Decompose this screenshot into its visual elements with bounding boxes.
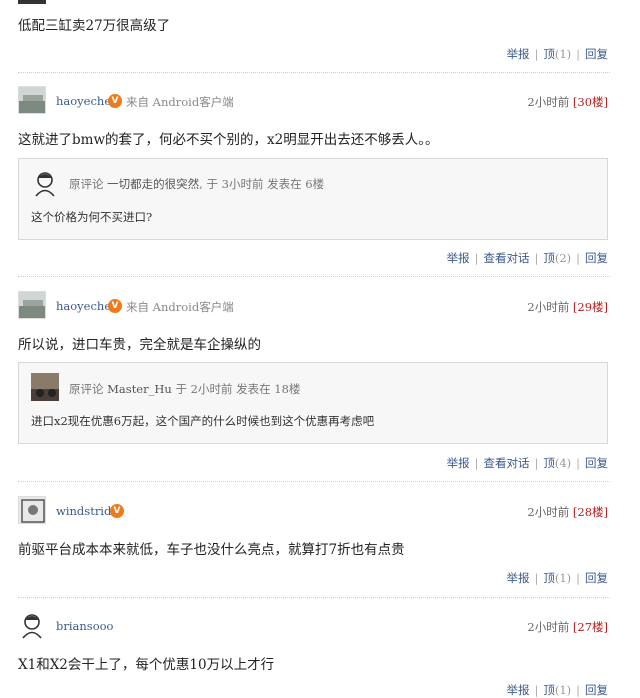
top-edge-bar bbox=[18, 0, 46, 4]
comment-text: 所以说，进口车贵，完全就是车企操纵的 bbox=[18, 337, 261, 353]
quote-meta: 原评论 Master_Hu 于 2小时前 发表在 18楼 bbox=[69, 382, 301, 396]
post-source: 来自 Android客户端 bbox=[126, 300, 234, 314]
reply-link[interactable]: 回复 bbox=[585, 683, 608, 697]
report-link[interactable]: 举报 bbox=[506, 571, 529, 585]
quote-text: 进口x2现在优惠6万起，这个国产的什么时候也到这个优惠再考虑吧 bbox=[31, 414, 375, 428]
comment-text: 低配三缸卖27万很高级了 bbox=[18, 18, 171, 34]
avatar[interactable] bbox=[18, 291, 46, 319]
post-time: 2小时前 [29楼] bbox=[527, 300, 608, 314]
post-time: 2小时前 [30楼] bbox=[527, 95, 608, 109]
avatar[interactable] bbox=[18, 496, 46, 524]
comment-actions: 举报 | 顶(1) | 回复 bbox=[506, 571, 608, 585]
comment-actions: 举报 | 查看对话 | 顶(4) | 回复 bbox=[446, 456, 608, 470]
quoted-comment: 原评论 一切都走的很突然, 于 3小时前 发表在 6楼 这个价格为何不买进口? bbox=[18, 158, 608, 240]
comment-text: 这就进了bmw的套了，何必不买个别的，x2明显开出去还不够丢人。。 bbox=[18, 132, 439, 148]
comment-text: 前驱平台成本本来就低，车子也没什么亮点，就算打7折也有点贵 bbox=[18, 542, 405, 558]
upvote-link[interactable]: 顶(1) bbox=[543, 683, 571, 697]
quote-text: 这个价格为何不买进口? bbox=[31, 210, 153, 224]
floor-number: [27楼] bbox=[572, 620, 608, 634]
comment-divider bbox=[18, 481, 610, 482]
comment-divider bbox=[18, 72, 610, 73]
comment-text: X1和X2会干上了，每个优惠10万以上才行 bbox=[18, 657, 275, 673]
post-source: 来自 Android客户端 bbox=[126, 95, 234, 109]
quote-avatar bbox=[31, 373, 59, 401]
verified-icon: V bbox=[110, 504, 124, 518]
avatar[interactable] bbox=[18, 86, 46, 114]
post-time: 2小时前 [27楼] bbox=[527, 620, 608, 634]
quote-avatar bbox=[31, 169, 59, 197]
verified-icon: V bbox=[108, 94, 122, 108]
floor-number: [30楼] bbox=[572, 95, 608, 109]
report-link[interactable]: 举报 bbox=[506, 683, 529, 697]
comment-actions: 举报 | 顶(1) | 回复 bbox=[506, 683, 608, 697]
reply-link[interactable]: 回复 bbox=[585, 251, 608, 265]
report-link[interactable]: 举报 bbox=[506, 47, 529, 61]
comment-actions: 举报 | 顶(1) | 回复 bbox=[506, 47, 608, 61]
post-time: 2小时前 [28楼] bbox=[527, 505, 608, 519]
comment-divider bbox=[18, 276, 610, 277]
verified-icon: V bbox=[108, 299, 122, 313]
report-link[interactable]: 举报 bbox=[447, 251, 470, 265]
quoted-comment: 原评论 Master_Hu 于 2小时前 发表在 18楼 进口x2现在优惠6万起… bbox=[18, 362, 608, 444]
reply-link[interactable]: 回复 bbox=[585, 47, 608, 61]
upvote-link[interactable]: 顶(1) bbox=[543, 47, 571, 61]
upvote-link[interactable]: 顶(2) bbox=[543, 251, 571, 265]
quote-username[interactable]: 一切都走的很突然 bbox=[107, 177, 199, 191]
floor-number: [28楼] bbox=[572, 505, 608, 519]
avatar[interactable] bbox=[18, 611, 46, 639]
quote-meta: 原评论 一切都走的很突然, 于 3小时前 发表在 6楼 bbox=[69, 177, 325, 191]
reply-link[interactable]: 回复 bbox=[585, 571, 608, 585]
username[interactable]: briansooo bbox=[56, 619, 113, 633]
report-link[interactable]: 举报 bbox=[447, 456, 470, 470]
upvote-link[interactable]: 顶(1) bbox=[543, 571, 571, 585]
floor-number: [29楼] bbox=[572, 300, 608, 314]
view-conversation-link[interactable]: 查看对话 bbox=[483, 456, 529, 470]
view-conversation-link[interactable]: 查看对话 bbox=[483, 251, 529, 265]
comment-actions: 举报 | 查看对话 | 顶(2) | 回复 bbox=[446, 251, 608, 265]
quote-username[interactable]: Master_Hu bbox=[107, 382, 172, 396]
reply-link[interactable]: 回复 bbox=[585, 456, 608, 470]
comment-divider bbox=[18, 597, 610, 598]
upvote-link[interactable]: 顶(4) bbox=[543, 456, 571, 470]
